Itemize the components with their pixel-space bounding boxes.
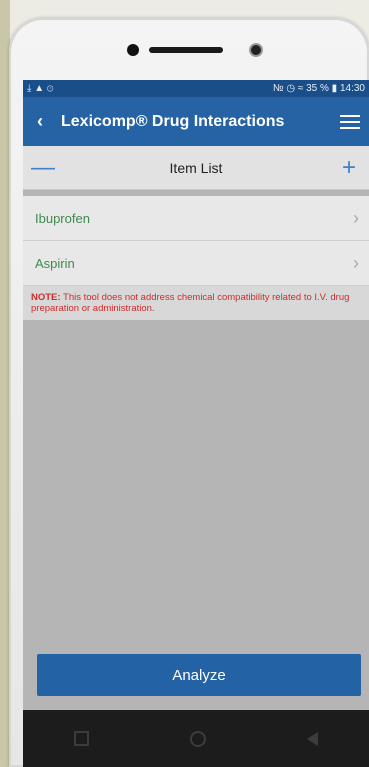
- chevron-right-icon: ›: [353, 252, 359, 273]
- speaker-grille: [149, 47, 223, 53]
- item-list-header: — Item List +: [23, 146, 369, 190]
- disclaimer-note: NOTE: This tool does not address chemica…: [23, 286, 369, 320]
- battery-icon: ▮: [331, 83, 338, 94]
- battery-level: 35 %: [306, 83, 329, 94]
- list-item-aspirin[interactable]: Aspirin ›: [23, 241, 369, 286]
- app-screen: ⤓ ▲ ⊙ № ◷ ≈ 35 % ▮ 14:30 ‹ Lexicomp® Dru…: [23, 80, 369, 710]
- hamburger-menu-icon[interactable]: [331, 114, 369, 129]
- app-bar: ‹ Lexicomp® Drug Interactions: [23, 97, 369, 146]
- app-title: Lexicomp® Drug Interactions: [61, 112, 285, 130]
- status-right-icons: № ◷ ≈: [272, 83, 304, 94]
- camera-icon: [127, 44, 139, 56]
- note-label: NOTE:: [31, 292, 61, 303]
- home-icon[interactable]: [189, 730, 206, 747]
- recents-icon[interactable]: [73, 731, 89, 746]
- back-icon[interactable]: ‹: [23, 111, 57, 132]
- list-item-label: Aspirin: [35, 255, 75, 271]
- status-bar: ⤓ ▲ ⊙ № ◷ ≈ 35 % ▮ 14:30: [23, 80, 369, 97]
- remove-item-icon[interactable]: —: [23, 154, 63, 182]
- status-time: 14:30: [339, 83, 365, 94]
- list-item-ibuprofen[interactable]: Ibuprofen ›: [23, 196, 369, 241]
- add-item-icon[interactable]: +: [329, 154, 369, 182]
- status-left-icons: ⤓ ▲ ⊙: [27, 83, 54, 94]
- status-right: № ◷ ≈ 35 % ▮ 14:30: [273, 83, 365, 94]
- android-nav-bar: [23, 710, 369, 767]
- chevron-right-icon: ›: [353, 207, 359, 228]
- sensor-icon: [249, 43, 263, 57]
- analyze-button[interactable]: Analyze: [37, 654, 361, 696]
- item-list-title: Item List: [169, 159, 223, 176]
- list-item-label: Ibuprofen: [35, 210, 90, 226]
- note-text: This tool does not address chemical comp…: [31, 292, 350, 314]
- back-nav-icon[interactable]: [307, 731, 319, 746]
